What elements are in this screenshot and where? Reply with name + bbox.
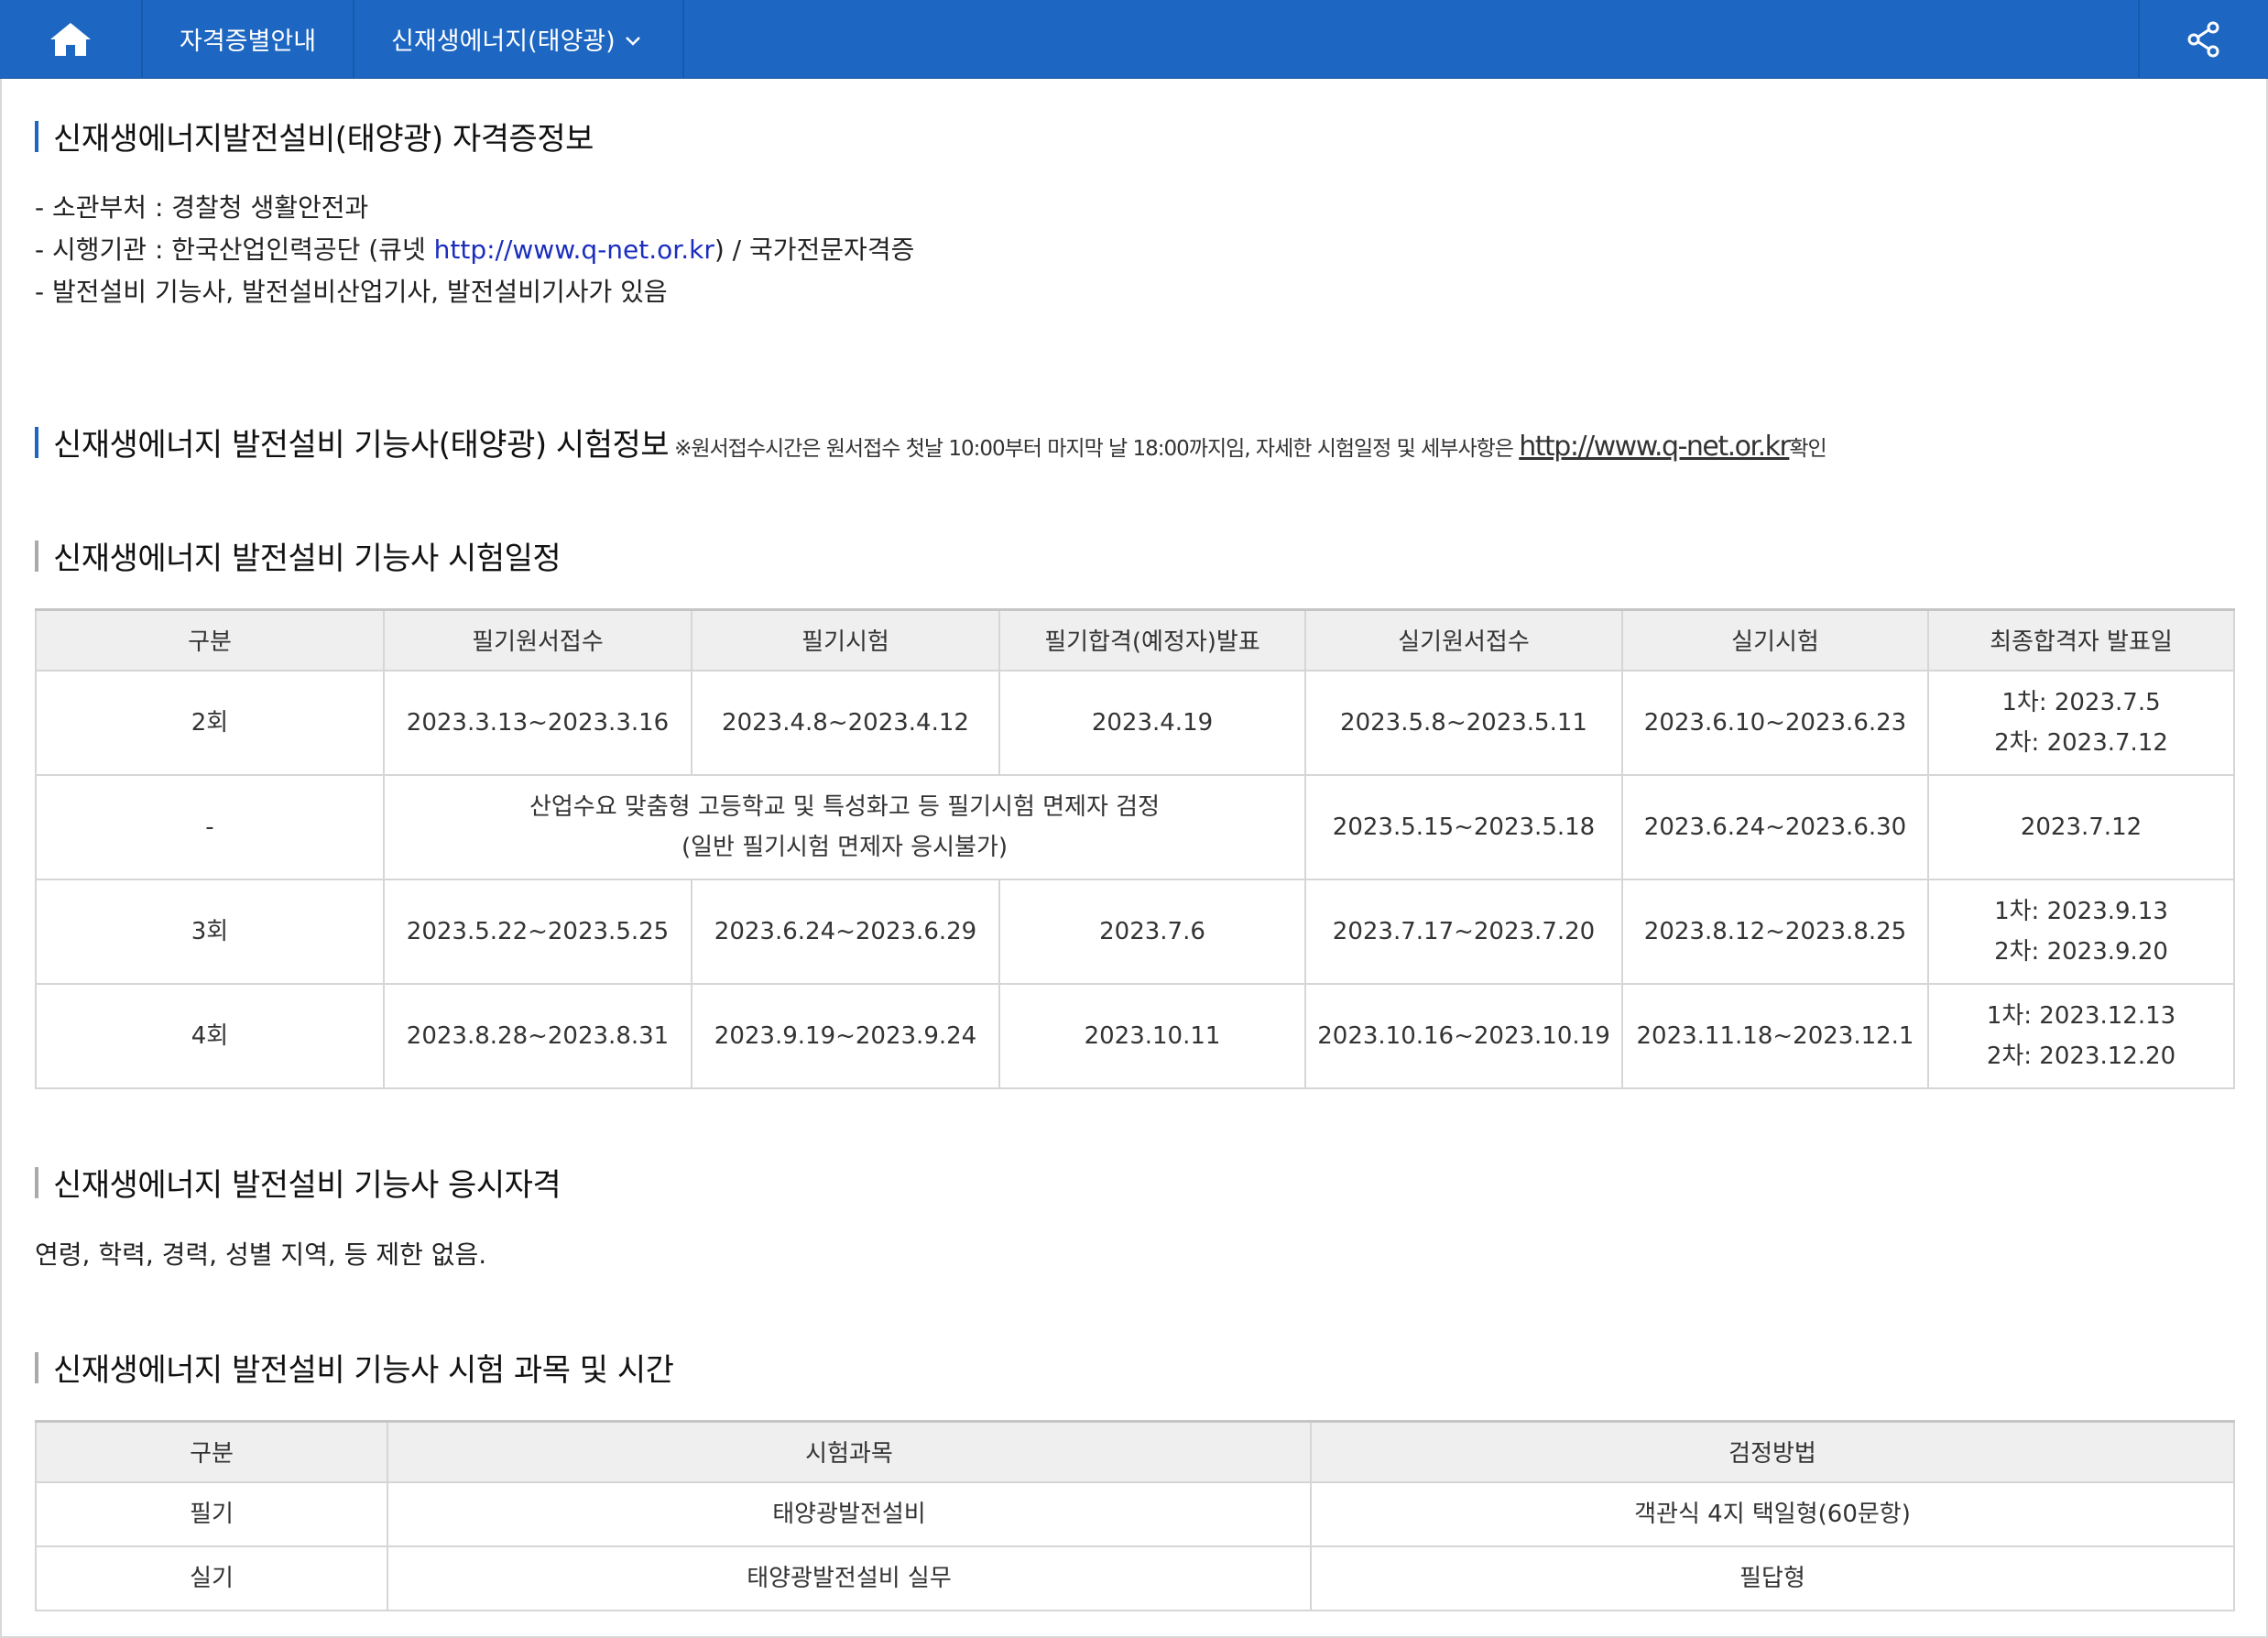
nav-renewable-label: 신재생에너지(태양광) <box>391 27 616 56</box>
table-cell: 2023.10.16~2023.10.19 <box>1304 982 1623 1089</box>
table-cell: 2023.10.11 <box>998 982 1306 1089</box>
col-header: 구분 <box>35 608 385 672</box>
exam-info-note: ※원서접수시간은 원서접수 첫날 10:00부터 마지막 날 18:00까지임,… <box>674 431 1827 463</box>
certificate-info-heading: 신재생에너지발전설비(태양광) 자격증정보 <box>35 114 594 158</box>
table-cell: 3회 <box>35 878 385 985</box>
nav-certificate-guide-label: 자격증별안내 <box>180 27 317 56</box>
eligibility-heading: 신재생에너지 발전설비 기능사 응시자격 <box>35 1160 562 1205</box>
certificate-info-list: - 소관부처 : 경찰청 생활안전과 - 시행기관 : 한국산업인력공단 (큐넷… <box>35 187 914 313</box>
col-header: 실기원서접수 <box>1304 608 1623 672</box>
nav-certificate-guide[interactable]: 자격증별안내 <box>143 0 355 78</box>
info-agency-prefix: - 시행기관 : 한국산업인력공단 (큐넷 <box>35 235 434 265</box>
col-header: 필기원서접수 <box>383 608 692 672</box>
col-header: 필기합격(예정자)발표 <box>998 608 1306 672</box>
table-cell: 2023.5.22~2023.5.25 <box>383 878 692 985</box>
table-cell: 2023.9.19~2023.9.24 <box>691 982 1000 1089</box>
table-cell: 2회 <box>35 669 385 776</box>
heading-marker <box>35 1166 38 1198</box>
table-cell: 2023.5.15~2023.5.18 <box>1304 773 1623 880</box>
merged-text-1: 산업수요 맞춤형 고등학교 및 특성화고 등 필기시험 면제자 검정 <box>529 792 1161 821</box>
table-cell: 2023.6.24~2023.6.29 <box>691 878 1000 985</box>
table-cell: 2023.7.12 <box>1927 773 2235 880</box>
table-cell: 1차: 2023.9.13 2차: 2023.9.20 <box>1927 878 2235 985</box>
col-header: 최종합격자 발표일 <box>1927 608 2235 672</box>
table-cell: 4회 <box>35 982 385 1089</box>
heading-marker <box>35 426 38 458</box>
table-row: 4회 2023.8.28~2023.8.31 2023.9.19~2023.9.… <box>35 982 2235 1089</box>
col-header: 구분 <box>35 1420 388 1483</box>
info-agency: - 시행기관 : 한국산업인력공단 (큐넷 http://www.q-net.o… <box>35 229 914 271</box>
final-date-1: 1차: 2023.9.13 <box>1994 897 2168 925</box>
table-cell: 2023.4.8~2023.4.12 <box>691 669 1000 776</box>
col-header: 검정방법 <box>1310 1420 2235 1483</box>
nav-renewable-dropdown[interactable]: 신재생에너지(태양광) <box>354 0 685 78</box>
table-cell: 2023.11.18~2023.12.1 <box>1621 982 1929 1089</box>
table-cell: 2023.7.6 <box>998 878 1306 985</box>
final-date-2: 2차: 2023.7.12 <box>1994 728 2168 757</box>
col-header: 실기시험 <box>1621 608 1929 672</box>
table-row: - 산업수요 맞춤형 고등학교 및 특성화고 등 필기시험 면제자 검정 (일반 … <box>35 773 2235 880</box>
heading-marker <box>35 1351 38 1383</box>
col-header: 필기시험 <box>691 608 1000 672</box>
schedule-heading: 신재생에너지 발전설비 기능사 시험일정 <box>35 533 562 578</box>
schedule-table: 구분 필기원서접수 필기시험 필기합격(예정자)발표 실기원서접수 실기시험 최… <box>35 608 2235 1089</box>
home-icon <box>50 22 91 56</box>
exam-info-heading: 신재생에너지 발전설비 기능사(태양광) 시험정보 ※원서접수시간은 원서접수 … <box>35 420 1827 464</box>
home-button[interactable] <box>0 0 143 78</box>
subjects-header-row: 구분 시험과목 검정방법 <box>35 1420 2235 1483</box>
eligibility-text: 연령, 학력, 경력, 성별 지역, 등 제한 없음. <box>35 1239 487 1270</box>
eligibility-title: 신재생에너지 발전설비 기능사 응시자격 <box>53 1167 562 1204</box>
info-agency-suffix: ) / 국가전문자격증 <box>714 235 915 265</box>
table-cell: 태양광발전설비 실무 <box>387 1545 1312 1611</box>
schedule-header-row: 구분 필기원서접수 필기시험 필기합격(예정자)발표 실기원서접수 실기시험 최… <box>35 608 2235 672</box>
merged-text-2: (일반 필기시험 면제자 응시불가) <box>681 833 1009 861</box>
table-row: 필기 태양광발전설비 객관식 4지 택일형(60문항) <box>35 1480 2235 1547</box>
table-cell: 태양광발전설비 <box>387 1480 1312 1547</box>
chevron-down-icon <box>625 25 641 53</box>
share-button[interactable] <box>2138 0 2268 78</box>
table-cell: 1차: 2023.12.13 2차: 2023.12.20 <box>1927 982 2235 1089</box>
final-date-2: 2차: 2023.12.20 <box>1986 1042 2176 1070</box>
heading-marker <box>35 540 38 572</box>
table-cell: 2023.6.24~2023.6.30 <box>1621 773 1929 880</box>
info-grades: - 발전설비 기능사, 발전설비산업기사, 발전설비기사가 있음 <box>35 277 668 307</box>
heading-marker <box>35 120 38 152</box>
exam-info-note-suffix: 확인 <box>1789 437 1826 461</box>
subjects-title: 신재생에너지 발전설비 기능사 시험 과목 및 시간 <box>53 1352 674 1389</box>
table-cell-merged: 산업수요 맞춤형 고등학교 및 특성화고 등 필기시험 면제자 검정 (일반 필기… <box>383 773 1306 880</box>
table-cell: 2023.4.19 <box>998 669 1306 776</box>
table-cell: 1차: 2023.7.5 2차: 2023.7.12 <box>1927 669 2235 776</box>
col-header: 시험과목 <box>387 1420 1312 1483</box>
final-date-1: 1차: 2023.12.13 <box>1986 1001 2176 1030</box>
table-cell: 2023.5.8~2023.5.11 <box>1304 669 1623 776</box>
table-row: 3회 2023.5.22~2023.5.25 2023.6.24~2023.6.… <box>35 878 2235 985</box>
table-cell: 2023.8.12~2023.8.25 <box>1621 878 1929 985</box>
schedule-title: 신재생에너지 발전설비 기능사 시험일정 <box>53 541 562 577</box>
qnet-link[interactable]: http://www.q-net.or.kr <box>434 235 714 265</box>
table-cell: - <box>35 773 385 880</box>
exam-info-title: 신재생에너지 발전설비 기능사(태양광) 시험정보 <box>53 427 670 464</box>
info-ministry: - 소관부처 : 경찰청 생활안전과 <box>35 192 369 223</box>
table-row: 2회 2023.3.13~2023.3.16 2023.4.8~2023.4.1… <box>35 669 2235 776</box>
certificate-info-title: 신재생에너지발전설비(태양광) 자격증정보 <box>53 121 594 158</box>
table-row: 실기 태양광발전설비 실무 필답형 <box>35 1545 2235 1611</box>
exam-info-note-text: ※원서접수시간은 원서접수 첫날 10:00부터 마지막 날 18:00까지임,… <box>674 437 1520 461</box>
table-cell: 2023.3.13~2023.3.16 <box>383 669 692 776</box>
table-cell: 2023.8.28~2023.8.31 <box>383 982 692 1089</box>
final-date-2: 2차: 2023.9.20 <box>1994 937 2168 966</box>
subjects-table: 구분 시험과목 검정방법 필기 태양광발전설비 객관식 4지 택일형(60문항)… <box>35 1420 2235 1611</box>
share-icon <box>2187 21 2219 57</box>
table-cell: 필답형 <box>1310 1545 2235 1611</box>
table-cell: 필기 <box>35 1480 388 1547</box>
table-cell: 실기 <box>35 1545 388 1611</box>
final-date-1: 1차: 2023.7.5 <box>2001 688 2161 716</box>
table-cell: 객관식 4지 택일형(60문항) <box>1310 1480 2235 1547</box>
table-cell: 2023.7.17~2023.7.20 <box>1304 878 1623 985</box>
table-cell: 2023.6.10~2023.6.23 <box>1621 669 1929 776</box>
top-navigation-bar: 자격증별안내 신재생에너지(태양광) <box>0 0 2268 79</box>
qnet-note-link[interactable]: http://www.q-net.or.kr <box>1519 431 1791 463</box>
subjects-heading: 신재생에너지 발전설비 기능사 시험 과목 및 시간 <box>35 1345 674 1390</box>
